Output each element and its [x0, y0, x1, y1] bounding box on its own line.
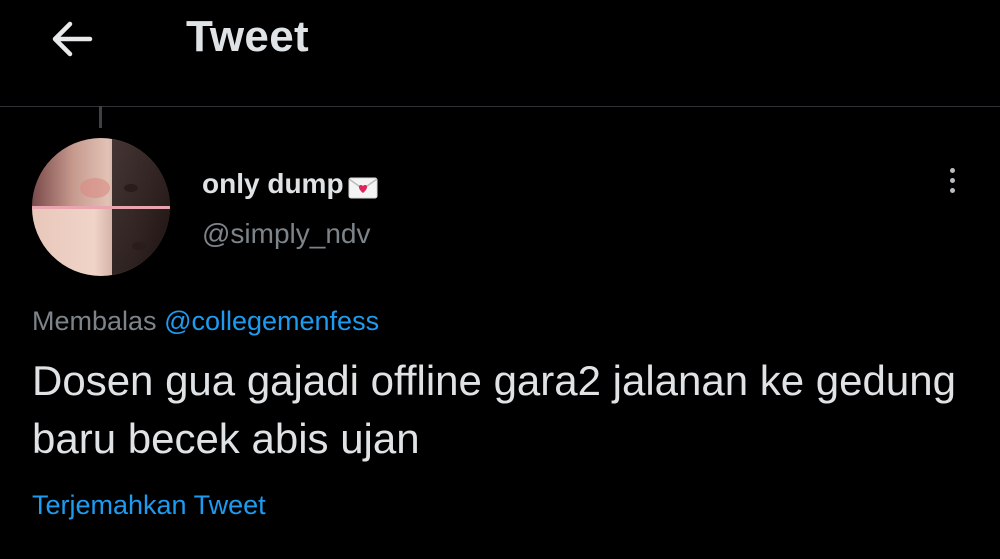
thread-connector-line — [99, 106, 102, 128]
replying-to-label: Membalas — [32, 306, 157, 336]
back-button[interactable] — [46, 16, 98, 62]
reply-mention-link[interactable]: @collegemenfess — [164, 306, 379, 336]
more-vertical-icon — [949, 167, 955, 173]
top-bar: Tweet — [0, 0, 1000, 107]
more-options-button[interactable] — [934, 160, 970, 200]
author-name[interactable]: only dump — [202, 168, 378, 200]
arrow-left-icon — [52, 21, 93, 57]
author-name-text: only dump — [202, 168, 344, 199]
replying-to: Membalas @collegemenfess — [32, 306, 379, 337]
envelope-heart-icon — [348, 174, 378, 199]
translate-tweet-link[interactable]: Terjemahkan Tweet — [32, 490, 266, 521]
avatar[interactable] — [32, 138, 170, 276]
page-title: Tweet — [186, 12, 309, 61]
author-handle: @simply_ndv — [202, 218, 371, 249]
tweet-text: Dosen gua gajadi offline gara2 jalanan k… — [32, 357, 956, 462]
